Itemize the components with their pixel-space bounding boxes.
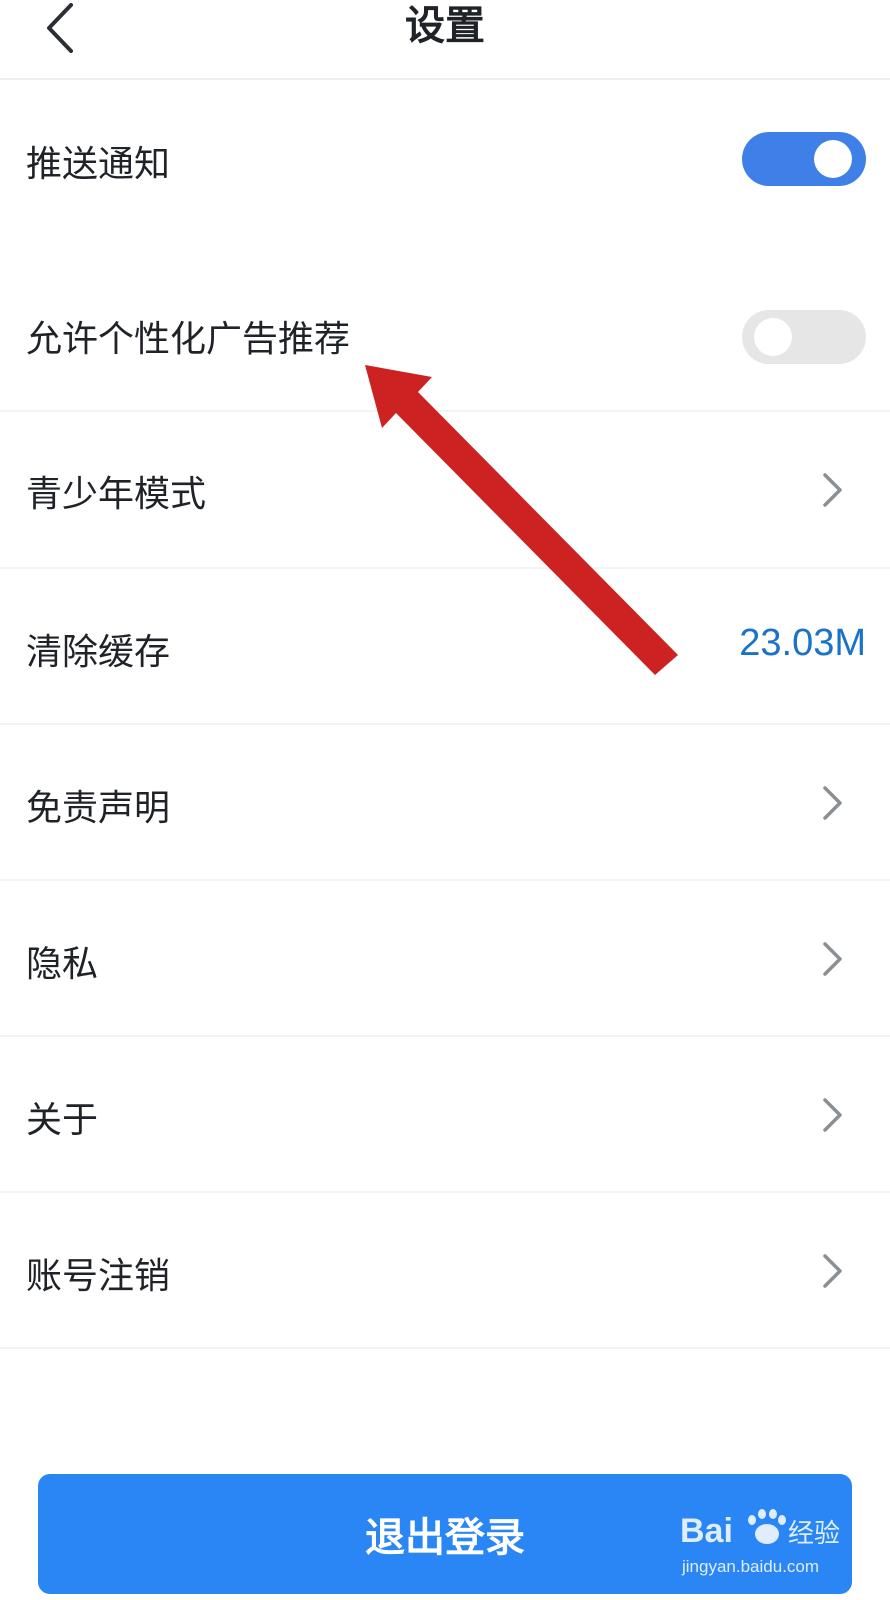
setting-row-clear-cache[interactable]: 清除缓存 23.03M <box>0 569 890 725</box>
chevron-right-icon <box>823 942 842 976</box>
setting-label: 账号注销 <box>26 1256 171 1297</box>
settings-screen: 设置 推送通知 允许个性化广告推荐 青少年模式 清除缓存 23.03M 免责声明… <box>0 0 890 1600</box>
logout-button[interactable]: 退出登录 <box>38 1474 852 1594</box>
setting-label: 推送通知 <box>26 144 171 185</box>
setting-label: 青少年模式 <box>26 474 207 515</box>
chevron-right-icon <box>823 786 842 820</box>
push-notification-toggle[interactable] <box>742 132 866 186</box>
cache-size-value: 23.03M <box>739 622 866 664</box>
chevron-right-icon <box>823 1098 842 1132</box>
settings-list: 推送通知 允许个性化广告推荐 青少年模式 清除缓存 23.03M 免责声明 隐私… <box>0 80 890 1349</box>
chevron-right-icon <box>823 1254 842 1288</box>
setting-row-push-notification: 推送通知 <box>0 80 890 235</box>
setting-label: 清除缓存 <box>26 632 171 673</box>
setting-label: 允许个性化广告推荐 <box>26 319 351 360</box>
setting-row-personalized-ads: 允许个性化广告推荐 <box>0 235 890 412</box>
setting-label: 隐私 <box>26 944 99 985</box>
setting-row-about[interactable]: 关于 <box>0 1037 890 1193</box>
toggle-knob <box>754 318 792 356</box>
setting-row-disclaimer[interactable]: 免责声明 <box>0 725 890 881</box>
setting-row-youth-mode[interactable]: 青少年模式 <box>0 412 890 569</box>
setting-row-account-cancel[interactable]: 账号注销 <box>0 1193 890 1349</box>
page-title: 设置 <box>405 3 485 49</box>
setting-label: 免责声明 <box>26 788 171 829</box>
personalized-ads-toggle[interactable] <box>742 310 866 364</box>
setting-label: 关于 <box>26 1100 99 1141</box>
header-bar: 设置 <box>0 0 890 80</box>
setting-row-privacy[interactable]: 隐私 <box>0 881 890 1037</box>
chevron-right-icon <box>823 473 842 507</box>
toggle-knob <box>814 140 852 178</box>
